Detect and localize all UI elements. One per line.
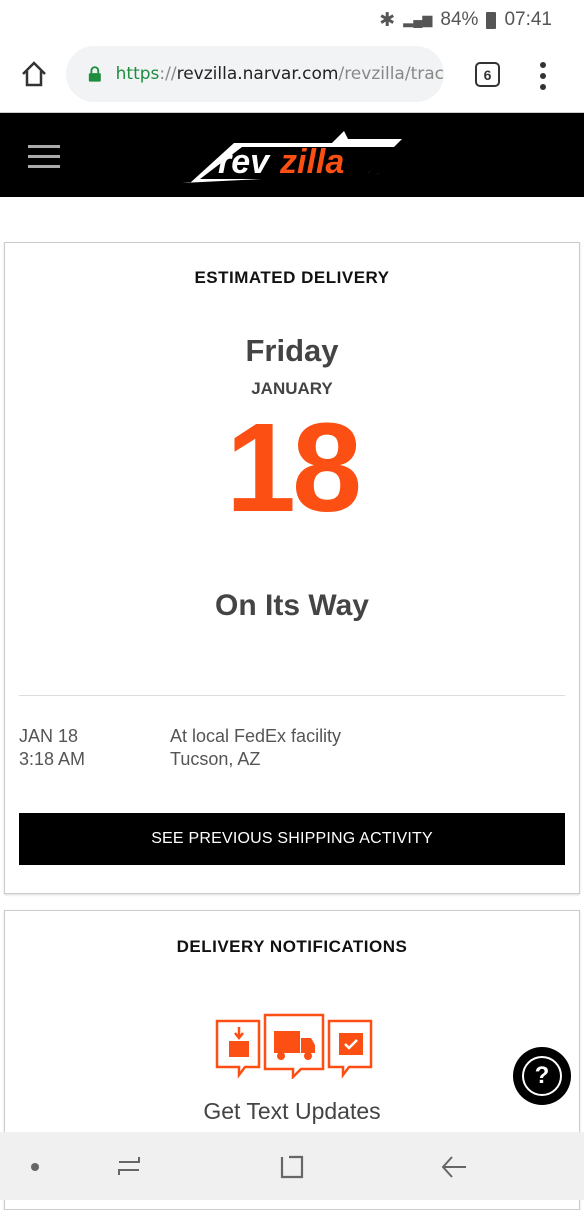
address-bar[interactable]: https://revzilla.narvar.com/revzilla/tra… (66, 46, 444, 102)
revzilla-logo[interactable]: rev zilla (178, 129, 408, 185)
event-date: JAN 18 (19, 726, 79, 746)
delivery-date: 18 (225, 397, 362, 538)
lock-icon (88, 66, 101, 82)
android-nav-bar (0, 1132, 584, 1200)
event-location: Tucson, AZ (170, 749, 261, 769)
home-nav-icon[interactable] (279, 1154, 305, 1180)
help-button[interactable]: ? (513, 1047, 571, 1105)
logo-rev: rev (218, 143, 271, 181)
status-bar: ✱ ▂▄▆ 84% 07:41 (0, 0, 584, 40)
bluetooth-icon: ✱ (379, 9, 396, 31)
tab-switcher-button[interactable]: 6 (475, 62, 500, 87)
nav-dot-icon[interactable] (30, 1162, 40, 1172)
shipment-status: On Its Way (215, 589, 369, 622)
estimated-delivery-card: ESTIMATED DELIVERY Friday JANUARY 18 On … (4, 242, 580, 894)
overflow-menu-icon[interactable] (540, 62, 546, 90)
section-title: DELIVERY NOTIFICATIONS (176, 937, 408, 956)
recent-apps-icon[interactable] (115, 1154, 143, 1178)
see-previous-activity-button[interactable]: SEE PREVIOUS SHIPPING ACTIVITY (19, 813, 565, 865)
section-title: ESTIMATED DELIVERY (194, 268, 390, 287)
back-icon[interactable] (440, 1154, 468, 1180)
event-description: At local FedEx facility (170, 726, 342, 746)
divider (19, 695, 565, 696)
home-icon[interactable] (20, 60, 48, 88)
logo-zilla: zilla (279, 143, 344, 181)
hamburger-menu-icon[interactable] (28, 145, 60, 168)
clock: 07:41 (504, 9, 552, 30)
event-time: 3:18 AM (19, 749, 86, 769)
signal-icon: ▂▄▆ (403, 12, 433, 27)
question-icon: ? (522, 1056, 562, 1096)
battery-icon (486, 11, 497, 29)
site-header: rev zilla (0, 113, 584, 197)
delivery-month: JANUARY (251, 379, 333, 398)
delivery-day: Friday (245, 333, 339, 368)
notification-icons (215, 1013, 373, 1079)
battery-level: 84% (440, 9, 479, 30)
browser-toolbar: https://revzilla.narvar.com/revzilla/tra… (0, 40, 584, 113)
